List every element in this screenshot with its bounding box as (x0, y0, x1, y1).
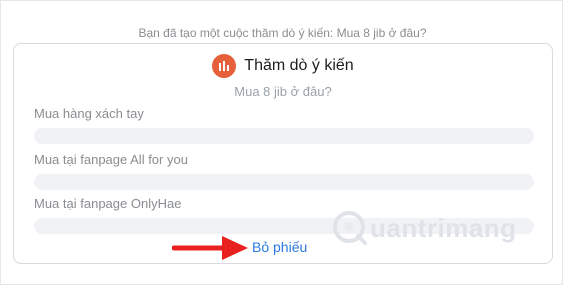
poll-header: Thăm dò ý kiến (14, 54, 552, 78)
bar-chart-icon (212, 54, 237, 78)
vote-button[interactable]: Bỏ phiếu (252, 239, 307, 255)
quantrimang-logo-icon (333, 211, 367, 245)
poll-option-label: Mua hàng xách tay (34, 106, 144, 121)
quantrimang-watermark: uantrimang (332, 210, 517, 246)
poll-option[interactable]: Mua tại fanpage All for you (34, 152, 534, 190)
poll-option-bar[interactable] (34, 174, 534, 190)
poll-created-notice: Bạn đã tạo một cuộc thăm dò ý kiến: Mua … (138, 26, 427, 40)
poll-option-bar[interactable] (34, 128, 534, 144)
poll-option[interactable]: Mua hàng xách tay (34, 106, 534, 144)
watermark-text: uantrimang (370, 212, 517, 243)
poll-question: Mua 8 jib ở đâu? (234, 84, 332, 99)
poll-title: Thăm dò ý kiến (244, 57, 354, 74)
red-arrow-icon (172, 236, 248, 260)
poll-option-label: Mua tại fanpage All for you (34, 152, 188, 167)
